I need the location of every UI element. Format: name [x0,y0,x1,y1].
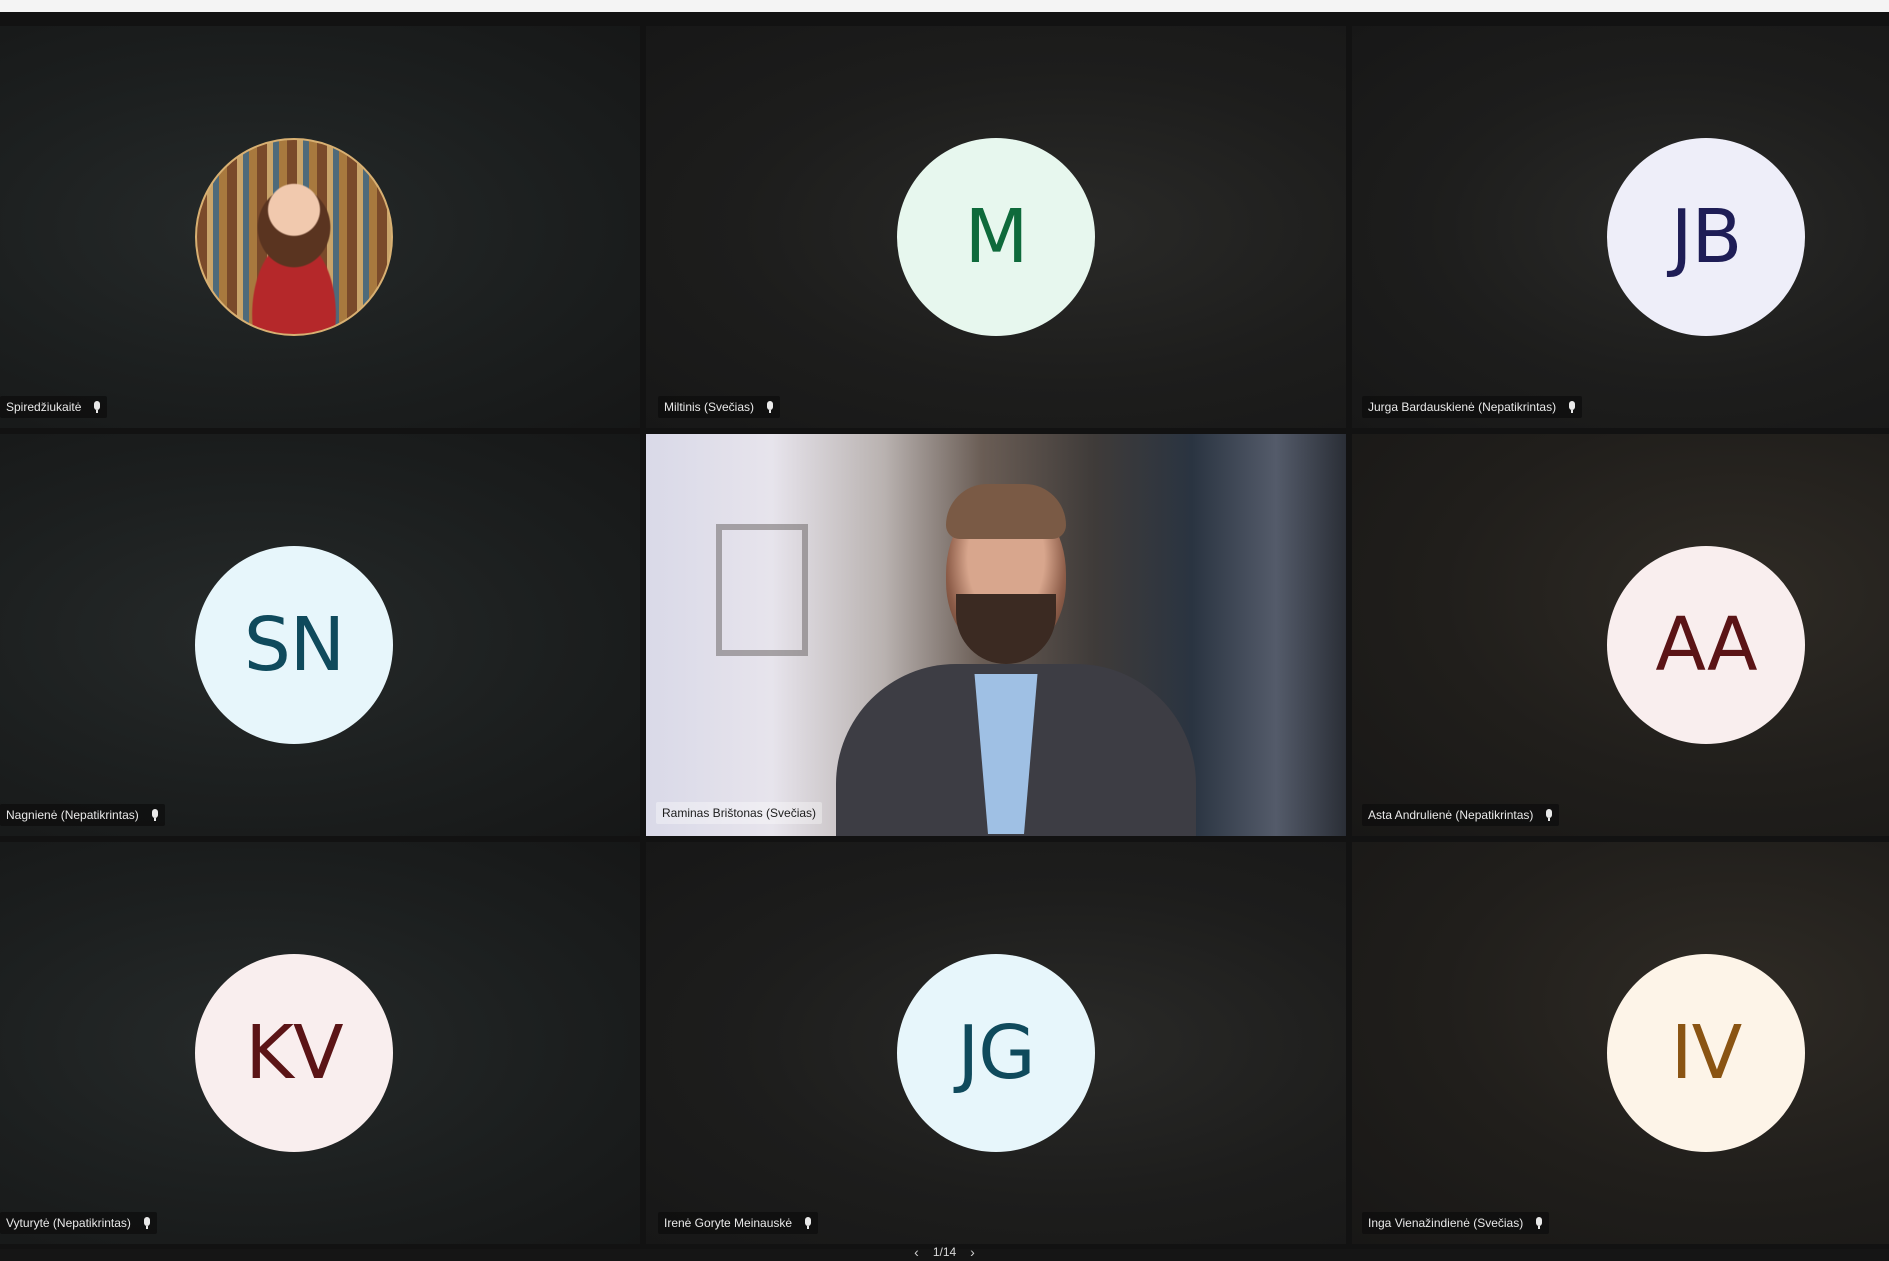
participant-nameplate: Nagnienė (Nepatikrintas) [0,804,165,826]
participant-initials-avatar: KV [195,954,393,1152]
page-navigator: ‹ 1/14 › [0,1242,1889,1261]
chevron-left-icon[interactable]: ‹ [914,1244,919,1260]
participant-name: Irenė Goryte Meinauskė [664,1216,793,1230]
active-speaker-tile[interactable]: Raminas Brištonas (Svečias) [646,434,1346,836]
participant-nameplate: Irenė Goryte Meinauskė [658,1212,819,1234]
speaker-hair [946,484,1066,539]
participant-grid: Spiredžiukaitė M Miltinis (Svečias) JB J… [0,26,1889,1244]
microphone-icon [1546,809,1553,821]
participant-name: Raminas Brištonas (Svečias) [662,806,817,820]
participant-tile[interactable]: SN Nagnienė (Nepatikrintas) [0,434,640,836]
participant-name: Spiredžiukaitė [6,400,82,414]
participant-name: Inga Vienažindienė (Svečias) [1368,1216,1524,1230]
participant-initials-avatar: JB [1607,138,1805,336]
participant-photo-avatar [195,138,393,336]
speaker-beard [956,594,1056,664]
participant-tile[interactable]: Spiredžiukaitė [0,26,640,428]
page-indicator: 1/14 [932,1244,957,1259]
chevron-right-icon[interactable]: › [970,1244,975,1260]
participant-nameplate: Asta Andrulienė (Nepatikrintas) [1362,804,1560,826]
participant-tile[interactable]: JB Jurga Bardauskienė (Nepatikrintas) [1352,26,1889,428]
participant-name: Miltinis (Svečias) [664,400,755,414]
participant-nameplate: Raminas Brištonas (Svečias) [656,802,823,824]
participant-name: Asta Andrulienė (Nepatikrintas) [1368,808,1534,822]
microphone-icon [805,1217,812,1229]
participant-nameplate: Inga Vienažindienė (Svečias) [1362,1212,1550,1234]
background-picture-frame [716,524,808,656]
participant-nameplate: Jurga Bardauskienė (Nepatikrintas) [1362,396,1583,418]
microphone-icon [94,401,101,413]
window-top-bar [0,0,1889,12]
participant-nameplate: Spiredžiukaitė [0,396,108,418]
participant-name: Jurga Bardauskienė (Nepatikrintas) [1368,400,1557,414]
participant-nameplate: Vyturytė (Nepatikrintas) [0,1212,157,1234]
participant-initials-avatar: AA [1607,546,1805,744]
participant-nameplate: Miltinis (Svečias) [658,396,781,418]
participant-tile[interactable]: M Miltinis (Svečias) [646,26,1346,428]
participant-initials-avatar: M [897,138,1095,336]
microphone-icon [151,809,158,821]
participant-name: Nagnienė (Nepatikrintas) [6,808,139,822]
meeting-stage: Spiredžiukaitė M Miltinis (Svečias) JB J… [0,12,1889,1260]
microphone-icon [767,401,774,413]
participant-tile[interactable]: AA Asta Andrulienė (Nepatikrintas) [1352,434,1889,836]
microphone-icon [143,1217,150,1229]
microphone-icon [1569,401,1576,413]
participant-initials-avatar: JG [897,954,1095,1152]
participant-name: Vyturytė (Nepatikrintas) [6,1216,131,1230]
participant-initials-avatar: SN [195,546,393,744]
participant-tile[interactable]: IV Inga Vienažindienė (Svečias) [1352,842,1889,1244]
participant-initials-avatar: IV [1607,954,1805,1152]
microphone-icon [1536,1217,1543,1229]
participant-tile[interactable]: JG Irenė Goryte Meinauskė [646,842,1346,1244]
participant-video [646,434,1346,836]
participant-tile[interactable]: KV Vyturytė (Nepatikrintas) [0,842,640,1244]
